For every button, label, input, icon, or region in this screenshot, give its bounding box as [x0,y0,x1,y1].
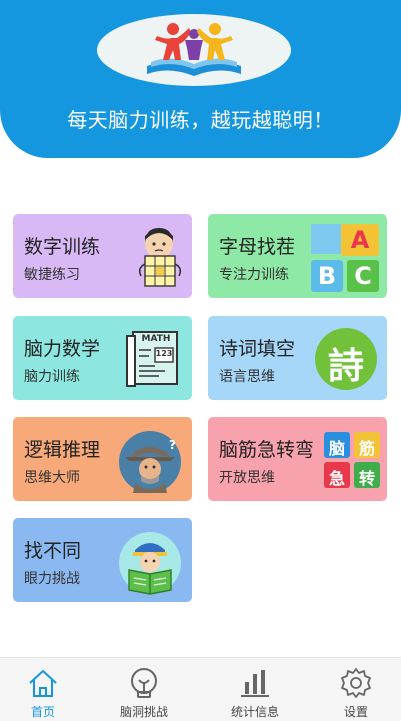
card-subtitle: 开放思维 [219,470,275,486]
block-letter-b: B [317,262,337,290]
card-subtitle: 语言思维 [219,369,275,385]
card-subtitle: 脑力训练 [24,369,80,385]
card-title: 逻辑推理 [24,439,101,461]
block-letter-c: C [354,262,372,290]
detective-icon: ? [119,431,181,493]
tab-brain-challenge[interactable]: 脑洞挑战 [94,658,194,721]
card-digit-training[interactable]: 数字训练 敏捷练习 [13,214,192,298]
card-subtitle: 思维大师 [24,470,80,486]
card-poem-fill[interactable]: 诗词填空 语言思维 詩 [208,316,387,400]
card-title: 脑筋急转弯 [219,439,315,461]
bar-chart-icon [241,670,269,697]
card-title: 诗词填空 [219,338,296,360]
card-title: 找不同 [24,540,82,562]
card-find-difference[interactable]: 找不同 眼力挑战 [13,518,192,602]
home-icon [29,670,57,697]
tile-char-3: 急 [328,469,345,488]
boy-reading-icon [119,532,181,595]
card-subtitle: 专注力训练 [219,267,289,283]
card-subtitle: 眼力挑战 [24,571,80,587]
tab-statistics[interactable]: 统计信息 [205,658,305,721]
tab-label: 设置 [343,705,368,719]
tile-char-4: 转 [358,469,375,488]
math-book-icon: MATH 123 [125,330,185,388]
poem-badge-icon: 詩 [315,328,377,390]
poem-glyph: 詩 [327,346,364,387]
logo-kids-book-icon [147,23,241,76]
tile-char-1: 脑 [328,439,345,458]
svg-text:?: ? [169,438,176,452]
home-screen: 每天脑力训练，越玩越聪明！ 数字训练 敏捷练习 字母找茬 专注力训练 A B C… [0,0,401,721]
card-logic-reasoning[interactable]: 逻辑推理 思维大师 ? [13,417,192,501]
tab-home[interactable]: 首页 [0,658,93,721]
block-letter-a: A [350,226,370,254]
book-title-text: MATH [141,334,171,344]
card-title: 数字训练 [24,236,101,258]
tab-label: 统计信息 [230,705,279,719]
header-banner: 每天脑力训练，越玩越聪明！ [0,0,401,158]
riddle-tiles-icon: 脑 筋 急 转 [324,432,380,488]
tab-label: 脑洞挑战 [119,705,168,719]
book-number-text: 123 [155,349,173,358]
card-brain-math[interactable]: 脑力数学 脑力训练 MATH 123 [13,316,192,400]
kid-sudoku-icon [138,228,182,287]
abc-blocks-icon: A B C [311,224,381,294]
slogan-text: 每天脑力训练，越玩越聪明！ [67,108,334,132]
tab-settings[interactable]: 设置 [306,658,401,721]
tab-label: 首页 [30,705,55,719]
tile-char-2: 筋 [358,439,375,458]
card-subtitle: 敏捷练习 [24,267,80,283]
gear-icon [341,668,371,698]
card-title: 字母找茬 [219,236,296,258]
card-title: 脑力数学 [24,338,101,360]
bottom-tab-bar: 首页 脑洞挑战 统计信息 设置 [0,657,401,721]
bulb-icon [131,668,157,698]
card-brain-teaser[interactable]: 脑筋急转弯 开放思维 脑 筋 急 转 [208,417,387,501]
app-logo [97,14,291,86]
card-letter-spot[interactable]: 字母找茬 专注力训练 A B C [208,214,387,298]
